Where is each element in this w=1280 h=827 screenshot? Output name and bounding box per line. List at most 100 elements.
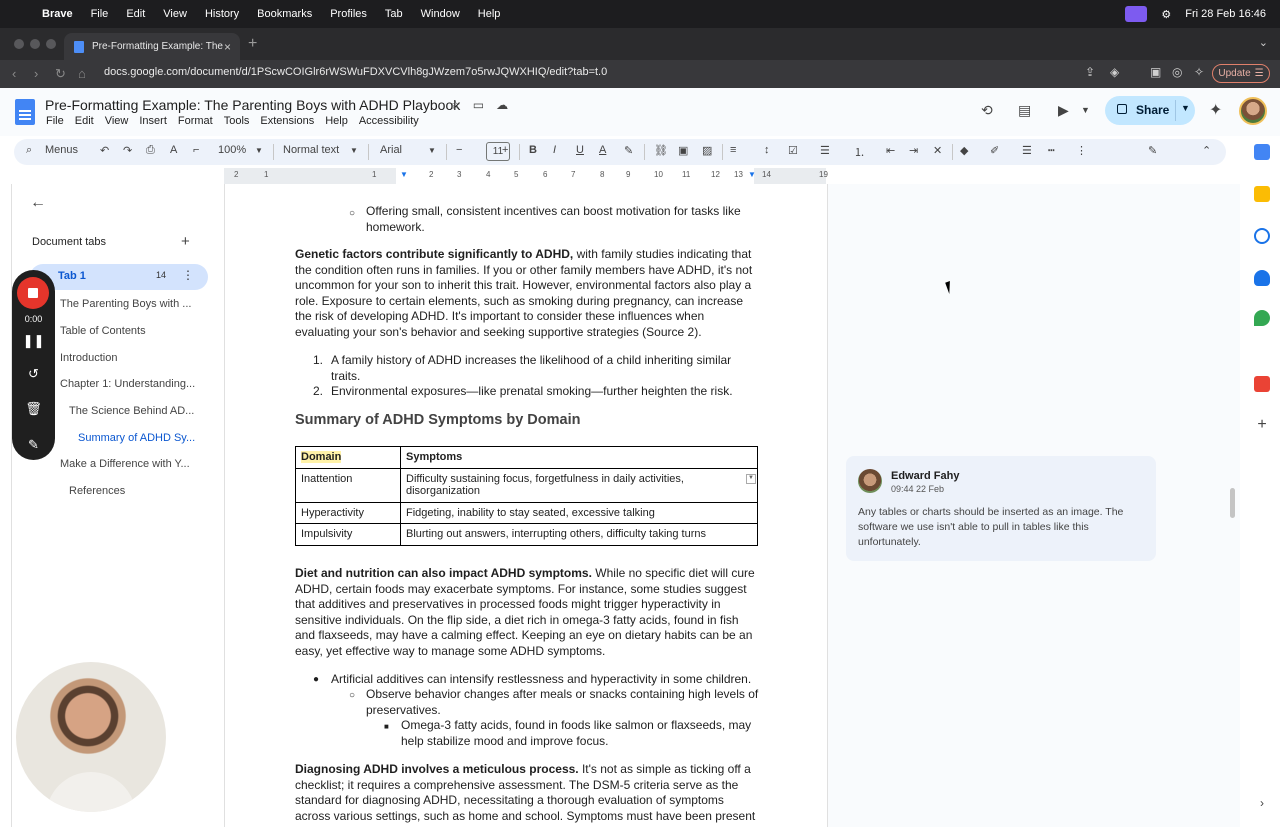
- link-icon[interactable]: ⛓: [654, 144, 668, 157]
- ruler-indent-marker[interactable]: ▼: [400, 170, 408, 179]
- docs-menu-tools[interactable]: Tools: [224, 115, 250, 127]
- scrollbar-thumb[interactable]: [1230, 488, 1235, 518]
- share-button[interactable]: Share ▼: [1105, 96, 1195, 125]
- menu-profiles[interactable]: Profiles: [330, 8, 367, 20]
- bulleted-list-icon[interactable]: ☰: [820, 144, 830, 157]
- paint-format-icon[interactable]: ⌐: [193, 144, 199, 156]
- new-tab-icon[interactable]: +: [248, 35, 257, 53]
- meet-video-icon[interactable]: ▶: [1058, 102, 1069, 119]
- menu-file[interactable]: File: [91, 8, 109, 20]
- document-title[interactable]: Pre-Formatting Example: The Parenting Bo…: [45, 97, 460, 113]
- editing-mode-icon[interactable]: ✎: [1148, 144, 1157, 157]
- menu-tab[interactable]: Tab: [385, 8, 403, 20]
- tasks-icon[interactable]: [1254, 228, 1270, 244]
- ruler-right-indent-marker[interactable]: ▼: [748, 170, 756, 179]
- clear-formatting-icon[interactable]: ✕: [933, 144, 942, 157]
- brave-shield-icon[interactable]: ◈: [1110, 65, 1119, 79]
- table-header-cell[interactable]: Symptoms: [400, 446, 758, 469]
- home-icon[interactable]: ⌂: [78, 66, 86, 81]
- outline-item[interactable]: The Parenting Boys with ...: [60, 298, 191, 310]
- move-folder-icon[interactable]: ▭: [473, 98, 484, 112]
- menu-app-name[interactable]: Brave: [42, 8, 73, 20]
- numbered-list-icon[interactable]: ⒈: [854, 144, 865, 160]
- docs-menu-format[interactable]: Format: [178, 115, 213, 127]
- outline-item[interactable]: References: [69, 485, 125, 497]
- window-zoom-dot[interactable]: [46, 39, 56, 49]
- gemini-icon[interactable]: ✦: [1209, 100, 1222, 120]
- font-select[interactable]: Arial: [380, 144, 402, 156]
- align-icon[interactable]: ≡: [730, 144, 736, 156]
- forward-icon[interactable]: ›: [34, 66, 38, 81]
- version-history-icon[interactable]: ⟲: [981, 102, 993, 119]
- text-color-icon[interactable]: A: [599, 144, 606, 156]
- back-icon[interactable]: ‹: [12, 66, 16, 81]
- calendar-icon[interactable]: [1254, 144, 1270, 160]
- underline-icon[interactable]: U: [576, 144, 584, 156]
- screen-share-icon[interactable]: [1125, 6, 1148, 22]
- insert-image-icon[interactable]: ▨: [702, 144, 712, 157]
- sidebar-item-tab-1[interactable]: Tab 1 14 ⋮: [30, 264, 208, 290]
- url-field[interactable]: docs.google.com/document/d/1PScwCOIGlr6r…: [104, 66, 607, 78]
- menu-history[interactable]: History: [205, 8, 239, 20]
- decrease-indent-icon[interactable]: ⇤: [886, 144, 895, 157]
- office-addon-icon[interactable]: [1254, 376, 1270, 392]
- cell-menu-icon[interactable]: ▼: [746, 474, 756, 484]
- docs-menu-edit[interactable]: Edit: [75, 115, 94, 127]
- leo-icon[interactable]: ✧: [1194, 65, 1204, 79]
- restart-icon[interactable]: ↺: [12, 366, 55, 382]
- browser-tab[interactable]: Pre-Formatting Example: The ×: [64, 33, 240, 60]
- stop-recording-button[interactable]: [17, 277, 49, 309]
- search-icon[interactable]: ⌕: [26, 144, 32, 157]
- docs-menu-help[interactable]: Help: [325, 115, 348, 127]
- docs-menu-file[interactable]: File: [46, 115, 64, 127]
- draw-icon[interactable]: ✎: [12, 437, 55, 453]
- add-addon-icon[interactable]: +: [1254, 416, 1270, 433]
- style-select[interactable]: Normal text: [283, 144, 339, 156]
- outline-item[interactable]: Make a Difference with Y...: [60, 458, 190, 470]
- datetime[interactable]: Fri 28 Feb 16:46: [1185, 8, 1266, 20]
- wallet-icon[interactable]: ◎: [1172, 65, 1182, 79]
- close-tab-icon[interactable]: ×: [224, 40, 240, 54]
- line-spacing-icon[interactable]: ↕: [764, 144, 770, 156]
- table-cell[interactable]: Blurting out answers, interrupting other…: [400, 523, 758, 546]
- maps-icon[interactable]: [1254, 310, 1270, 326]
- symptoms-table[interactable]: Domain Symptoms Inattention Difficulty s…: [295, 446, 758, 546]
- collapse-toolbar-icon[interactable]: ⌃: [1202, 144, 1211, 157]
- pause-icon[interactable]: ❚❚: [12, 333, 55, 349]
- avatar[interactable]: [1239, 97, 1267, 125]
- border-width-icon[interactable]: ☰: [1022, 144, 1032, 157]
- redo-icon[interactable]: ↷: [123, 144, 132, 157]
- menu-window[interactable]: Window: [421, 8, 460, 20]
- star-icon[interactable]: ☆: [450, 98, 461, 112]
- docs-logo-icon[interactable]: [15, 99, 35, 125]
- menu-edit[interactable]: Edit: [126, 8, 145, 20]
- chevron-right-icon[interactable]: ›: [1254, 796, 1270, 812]
- checklist-icon[interactable]: ☑: [788, 144, 798, 157]
- more-vert-icon[interactable]: ⋮: [182, 268, 194, 282]
- undo-icon[interactable]: ↶: [100, 144, 109, 157]
- arrow-left-icon[interactable]: ←: [30, 194, 46, 212]
- cloud-status-icon[interactable]: ☁: [496, 98, 508, 112]
- vertical-ruler[interactable]: [0, 184, 12, 827]
- add-tab-icon[interactable]: +: [181, 233, 190, 250]
- border-color-icon[interactable]: ✐: [990, 144, 999, 157]
- chevron-down-icon[interactable]: ⌄: [1259, 36, 1268, 49]
- increase-font-icon[interactable]: +: [502, 144, 508, 156]
- menu-view[interactable]: View: [163, 8, 187, 20]
- outline-item[interactable]: Chapter 1: Understanding...: [60, 378, 195, 390]
- chevron-down-icon[interactable]: ▼: [1181, 103, 1190, 113]
- reload-icon[interactable]: ↻: [55, 66, 66, 82]
- docs-menu-insert[interactable]: Insert: [139, 115, 167, 127]
- outline-item[interactable]: Table of Contents: [60, 325, 146, 337]
- zoom-select[interactable]: 100%: [218, 144, 246, 156]
- chevron-down-icon[interactable]: ▼: [350, 146, 358, 155]
- horizontal-ruler[interactable]: 2 1 1 ▼ 2 3 4 5 6 7 8 9 10 11 12 13 ▼ 14…: [224, 168, 828, 184]
- trash-icon[interactable]: 🗑: [12, 401, 55, 417]
- contacts-icon[interactable]: [1254, 270, 1270, 286]
- italic-icon[interactable]: I: [553, 144, 556, 156]
- more-icon[interactable]: ⋮: [1076, 144, 1087, 157]
- share-page-icon[interactable]: ⇪: [1085, 65, 1095, 79]
- chevron-down-icon[interactable]: ▼: [428, 146, 436, 155]
- docs-menu-view[interactable]: View: [105, 115, 129, 127]
- highlight-icon[interactable]: ✎: [624, 144, 633, 157]
